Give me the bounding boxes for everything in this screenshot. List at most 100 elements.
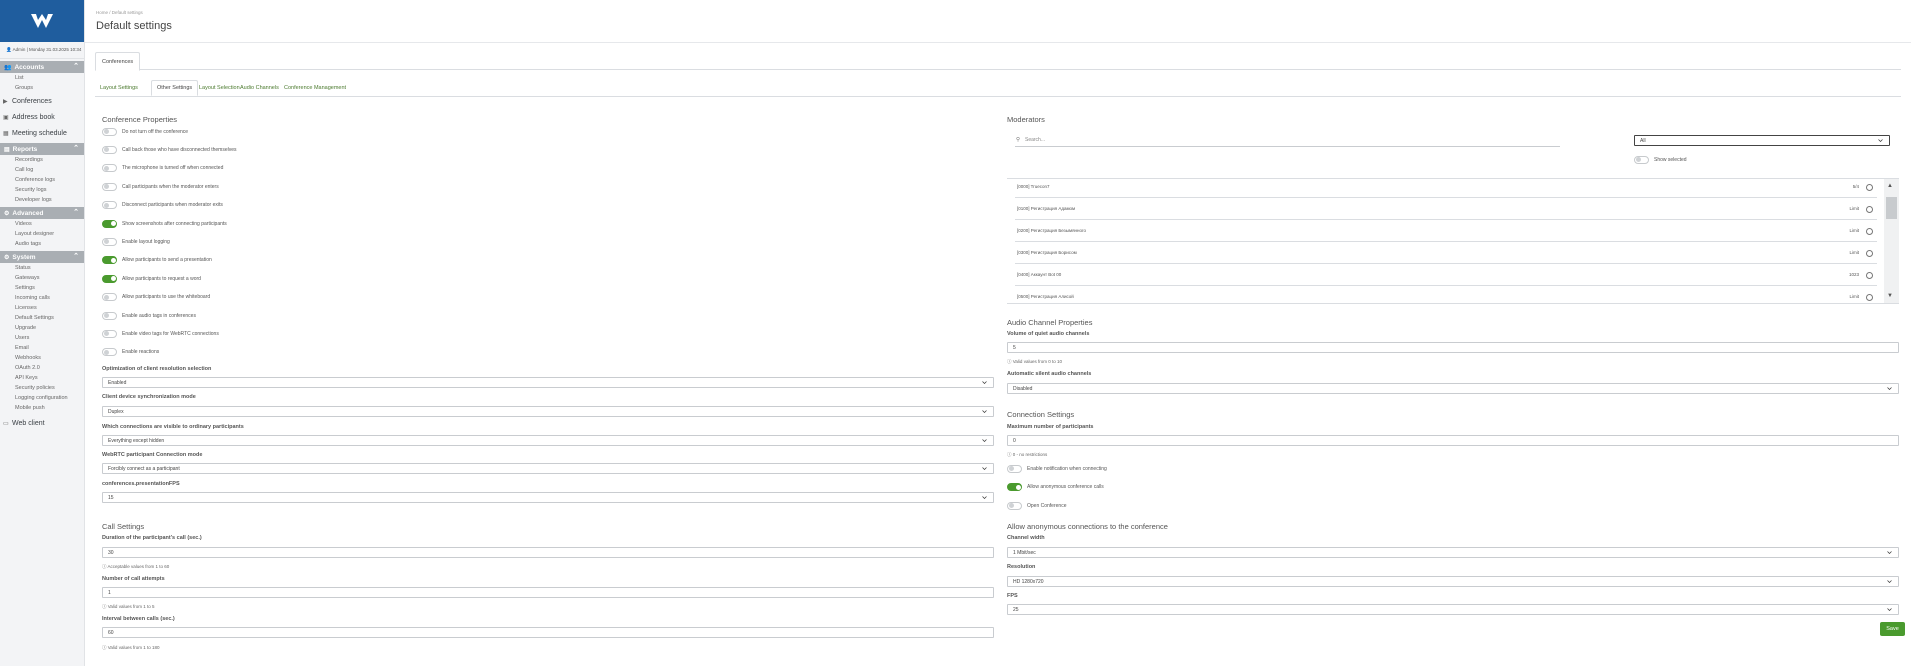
call-attempts-input[interactable]: 1 — [102, 587, 994, 598]
sync-mode-select[interactable]: Duplex — [102, 406, 994, 417]
sidebar-item-upgrade[interactable]: Upgrade — [0, 323, 84, 333]
tab-other-settings[interactable]: Other Settings — [151, 80, 199, 96]
conference-toggle-row[interactable]: Enable audio tags in conferences — [102, 310, 196, 321]
sidebar-item-conferences[interactable]: ▶ Conferences — [0, 93, 84, 109]
toggle-switch[interactable] — [102, 182, 117, 191]
sidebar-item-layout-designer[interactable]: Layout designer — [0, 229, 84, 239]
user-session-info[interactable]: 👤 Admin | Monday 31.03.2025 10:34 — [0, 42, 84, 59]
toggle-switch[interactable] — [102, 256, 117, 265]
sidebar-item-conference-logs[interactable]: Conference logs — [0, 175, 84, 185]
moderator-row[interactable]: [0500] Регистрация Алисой Limit — [1015, 289, 1877, 303]
visible-connections-select[interactable]: Everything except hidden — [102, 435, 994, 446]
toggle-switch[interactable] — [102, 237, 117, 246]
conference-toggle-row[interactable]: The microphone is turned off when connec… — [102, 163, 223, 174]
sidebar-section-reports[interactable]: ▤ Reports ⌃ — [0, 143, 84, 155]
conference-toggle-row[interactable]: Disconnect participants when moderator e… — [102, 200, 223, 211]
sidebar-item-address-book[interactable]: ▣ Address book — [0, 109, 84, 125]
webrtc-mode-select[interactable]: Forcibly connect as a participant — [102, 463, 994, 474]
moderator-row[interactable]: [0400] Аккаунт Bot 00 1023 — [1015, 267, 1877, 286]
radio-button[interactable] — [1866, 272, 1873, 279]
toggle-switch[interactable] — [102, 164, 117, 173]
sidebar-item-recordings[interactable]: Recordings — [0, 155, 84, 165]
scroll-down-icon[interactable]: ▼ — [1887, 293, 1893, 299]
scroll-up-icon[interactable]: ▲ — [1887, 183, 1893, 189]
moderators-filter-select[interactable]: All — [1634, 135, 1890, 146]
app-logo[interactable] — [0, 0, 84, 42]
conference-toggle-row[interactable]: Call participants when the moderator ent… — [102, 181, 219, 192]
toggle-switch[interactable] — [102, 201, 117, 210]
connection-toggle-row[interactable]: Enable notification when connecting — [1007, 463, 1107, 474]
breadcrumb[interactable]: Home / Default settings — [96, 10, 143, 15]
conference-toggle-row[interactable]: Enable layout logging — [102, 236, 170, 247]
toggle-switch[interactable] — [102, 274, 117, 283]
sidebar-item-developer-logs[interactable]: Developer logs — [0, 195, 84, 205]
scrollbar-thumb[interactable] — [1886, 197, 1897, 219]
auto-silent-select[interactable]: Disabled — [1007, 383, 1899, 394]
sidebar-item-logging-configuration[interactable]: Logging configuration — [0, 393, 84, 403]
sidebar-item-licenses[interactable]: Licenses — [0, 303, 84, 313]
conference-toggle-row[interactable]: Call back those who have disconnected th… — [102, 144, 237, 155]
save-button[interactable]: Save — [1880, 622, 1905, 636]
sidebar-item-default-settings[interactable]: Default Settings — [0, 313, 84, 323]
sidebar-item-gateways[interactable]: Gateways — [0, 273, 84, 283]
toggle-switch[interactable] — [102, 348, 117, 357]
call-duration-input[interactable]: 30 — [102, 547, 994, 558]
moderators-scrollbar[interactable]: ▲ ▼ — [1884, 179, 1899, 303]
moderator-row[interactable]: [0100] Регистрация Адамом Limit — [1015, 201, 1877, 220]
radio-button[interactable] — [1866, 294, 1873, 301]
toggle-switch[interactable] — [102, 145, 117, 154]
moderator-row[interactable]: [0200] Регистрация Безымянного Limit — [1015, 223, 1877, 242]
conference-toggle-row[interactable]: Allow participants to use the whiteboard — [102, 292, 210, 303]
resolution-select[interactable]: HD 1280x720 — [1007, 576, 1899, 587]
toggle-switch[interactable] — [102, 127, 117, 136]
sidebar-section-accounts[interactable]: 👥 Accounts ⌃ — [0, 61, 84, 73]
presentation-fps-select[interactable]: 15 — [102, 492, 994, 503]
radio-button[interactable] — [1866, 206, 1873, 213]
client-resolution-select[interactable]: Enabled — [102, 377, 994, 388]
conference-toggle-row[interactable]: Allow participants to send a presentatio… — [102, 255, 212, 266]
show-selected-toggle[interactable]: Show selected — [1634, 154, 1687, 165]
channel-width-select[interactable]: 1 Mbit/sec — [1007, 547, 1899, 558]
quiet-volume-input[interactable]: 5 — [1007, 342, 1899, 353]
toggle-switch[interactable] — [102, 329, 117, 338]
moderator-row[interactable]: [0000] Truecon7 5/4 — [1015, 179, 1877, 198]
radio-button[interactable] — [1866, 184, 1873, 191]
fps-select[interactable]: 25 — [1007, 604, 1899, 615]
connection-toggle-row[interactable]: Open Conference — [1007, 500, 1066, 511]
sidebar-item-status[interactable]: Status — [0, 263, 84, 273]
sidebar-item-web-client[interactable]: ▭ Web client — [0, 415, 84, 431]
moderator-row[interactable]: [0300] Регистрация Борисом Limit — [1015, 245, 1877, 264]
sidebar-item-api-keys[interactable]: API Keys — [0, 373, 84, 383]
sidebar-item-users[interactable]: Users — [0, 333, 84, 343]
sidebar-item-audio-tags[interactable]: Audio tags — [0, 239, 84, 249]
radio-button[interactable] — [1866, 228, 1873, 235]
tab-layout-settings[interactable]: Layout Settings — [95, 80, 143, 96]
sidebar-item-mobile-push[interactable]: Mobile push — [0, 403, 84, 413]
toggle-switch[interactable] — [102, 293, 117, 302]
sidebar-item-call-log[interactable]: Call log — [0, 165, 84, 175]
call-interval-input[interactable]: 60 — [102, 627, 994, 638]
conference-toggle-row[interactable]: Allow participants to request a word — [102, 273, 201, 284]
toggle-switch[interactable] — [1007, 464, 1022, 473]
sidebar-item-security-policies[interactable]: Security policies — [0, 383, 84, 393]
sidebar-item-videos[interactable]: Videos — [0, 219, 84, 229]
sidebar-item-oauth[interactable]: OAuth 2.0 — [0, 363, 84, 373]
conference-toggle-row[interactable]: Enable reactions — [102, 347, 159, 358]
sidebar-item-email[interactable]: Email — [0, 343, 84, 353]
toggle-switch[interactable] — [102, 219, 117, 228]
toggle-switch[interactable] — [1007, 501, 1022, 510]
conference-toggle-row[interactable]: Enable video tags for WebRTC connections — [102, 328, 219, 339]
toggle-switch[interactable] — [1007, 483, 1022, 491]
sidebar-item-security-logs[interactable]: Security logs — [0, 185, 84, 195]
max-participants-input[interactable]: 0 — [1007, 435, 1899, 446]
sidebar-section-advanced[interactable]: ⚙ Advanced ⌃ — [0, 207, 84, 219]
conference-toggle-row[interactable]: Show screenshots after connecting partic… — [102, 218, 227, 229]
sidebar-item-groups[interactable]: Groups — [0, 83, 84, 93]
toggle-switch[interactable] — [1634, 155, 1649, 164]
connection-toggle-row[interactable]: Allow anonymous conference calls — [1007, 482, 1104, 493]
toggle-switch[interactable] — [102, 311, 117, 320]
tab-conference-management[interactable]: Conference Management — [279, 80, 351, 96]
sidebar-item-list[interactable]: List — [0, 73, 84, 83]
sidebar-item-meeting-schedule[interactable]: ▦ Meeting schedule — [0, 125, 84, 141]
sidebar-item-incoming-calls[interactable]: Incoming calls — [0, 293, 84, 303]
